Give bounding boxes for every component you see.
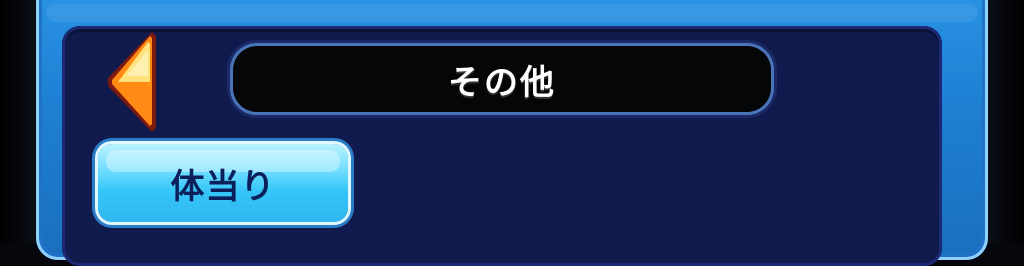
left-border [0,0,40,243]
skill-button-taiatari[interactable]: 体当り [98,144,348,222]
game-screen: その他 体当り [0,0,1024,266]
skill-button-label: 体当り [170,166,276,207]
title-bar: その他 [233,46,771,112]
right-border [984,0,1024,243]
back-arrow-icon[interactable] [104,30,160,134]
back-arrow-svg [108,32,156,132]
page-title: その他 [448,62,556,103]
